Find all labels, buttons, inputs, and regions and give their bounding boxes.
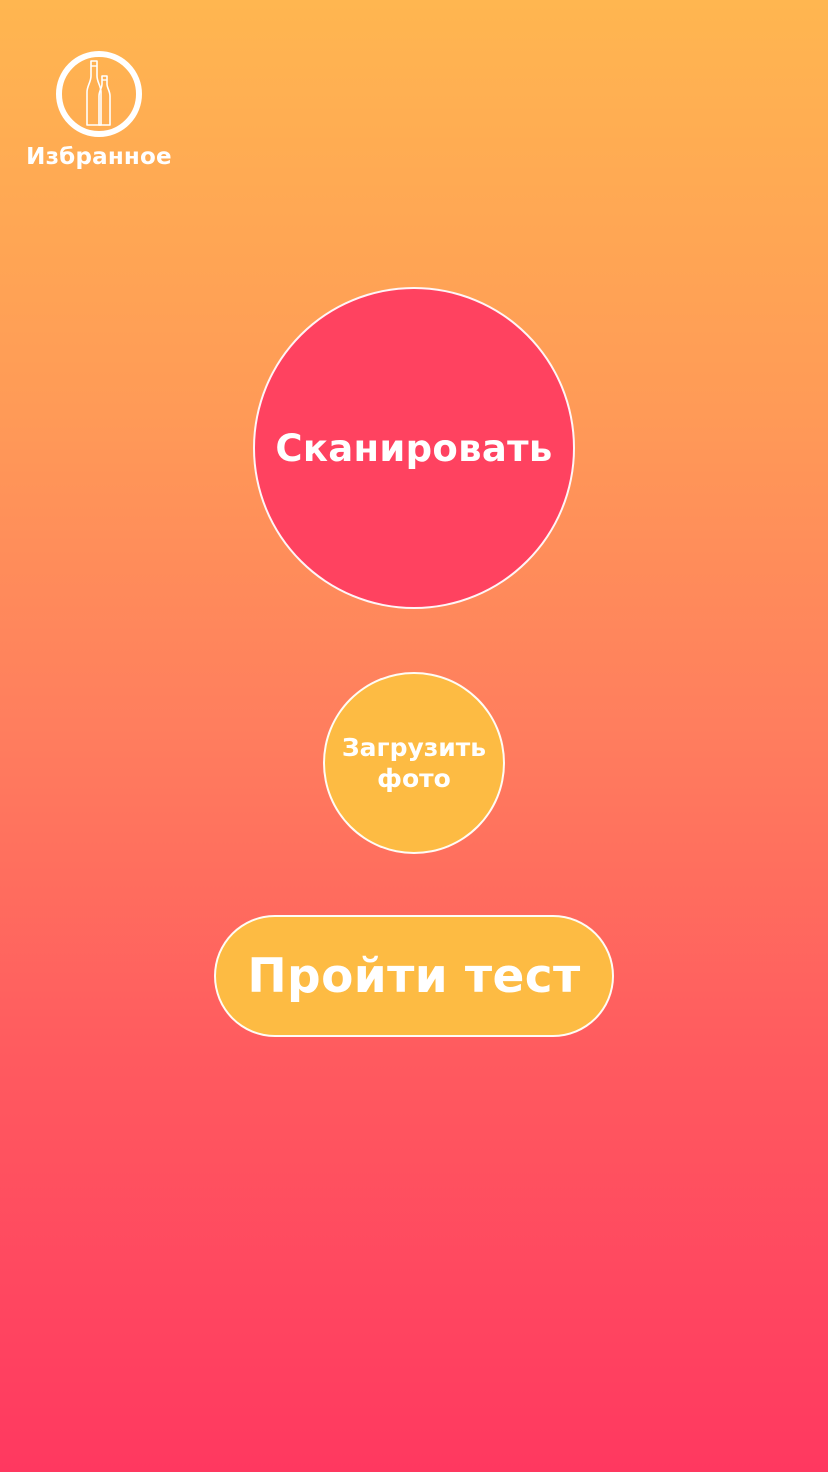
scan-button-label: Сканировать (275, 426, 553, 470)
take-test-label: Пройти тест (247, 948, 581, 1004)
upload-photo-label-line2: фото (377, 764, 451, 793)
bottles-icon (56, 51, 142, 137)
scan-button[interactable]: Сканировать (253, 287, 575, 609)
favorites-label: Избранное (26, 144, 172, 170)
upload-photo-label-line1: Загрузить (341, 732, 487, 762)
upload-photo-button[interactable]: Загрузить фото (323, 672, 505, 854)
favorites-button[interactable]: Избранное (25, 50, 173, 170)
take-test-button[interactable]: Пройти тест (214, 915, 614, 1037)
